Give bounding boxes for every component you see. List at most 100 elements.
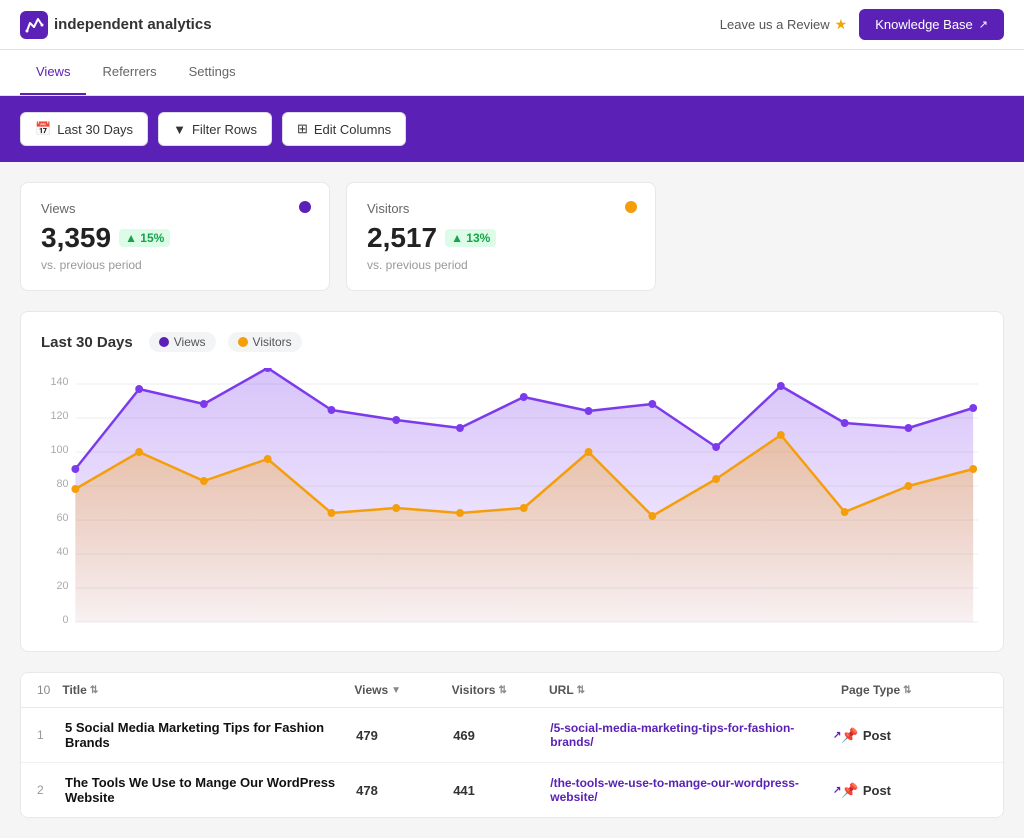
svg-text:60: 60 [56, 512, 68, 524]
visitors-dot-11 [777, 431, 785, 439]
views-dot-4 [328, 406, 336, 414]
views-change: ▲ 15% [119, 229, 170, 247]
views-dot-14 [969, 404, 977, 412]
table-row: 2 The Tools We Use to Mange Our WordPres… [21, 763, 1003, 817]
views-dot-11 [777, 382, 785, 390]
chart-card: Last 30 Days Views Visitors 0 20 40 60 8… [20, 311, 1004, 652]
views-dot-9 [648, 400, 656, 408]
stats-row: Views 3,359 ▲ 15% vs. previous period Vi… [20, 182, 1004, 291]
legend-views-dot [159, 337, 169, 347]
views-value-row: 3,359 ▲ 15% [41, 222, 309, 254]
date-range-button[interactable]: 📅 Last 30 Days [20, 112, 148, 146]
views-dot-8 [585, 407, 593, 415]
knowledge-base-label: Knowledge Base [875, 17, 973, 32]
calendar-icon: 📅 [35, 121, 51, 137]
visitors-dot-7 [520, 504, 528, 512]
leave-review-link[interactable]: Leave us a Review ★ [720, 16, 847, 33]
filter-rows-button[interactable]: ▼ Filter Rows [158, 112, 272, 146]
sort-type-icon: ⇅ [903, 685, 911, 696]
views-sub: vs. previous period [41, 258, 309, 272]
views-stat-card: Views 3,359 ▲ 15% vs. previous period [20, 182, 330, 291]
row-1-title: 5 Social Media Marketing Tips for Fashio… [65, 720, 356, 750]
svg-text:80: 80 [56, 478, 68, 490]
tab-referrers[interactable]: Referrers [86, 50, 172, 95]
col-views[interactable]: Views ▼ [354, 683, 451, 697]
svg-text:100: 100 [50, 444, 68, 456]
visitors-change: ▲ 13% [445, 229, 496, 247]
visitors-dot-5 [392, 504, 400, 512]
legend-visitors-label: Visitors [253, 335, 292, 349]
toolbar: 📅 Last 30 Days ▼ Filter Rows ⊞ Edit Colu… [0, 96, 1024, 162]
tab-settings[interactable]: Settings [173, 50, 252, 95]
visitors-dot-6 [456, 509, 464, 517]
col-title[interactable]: Title ⇅ [62, 683, 354, 697]
row-1-url[interactable]: /5-social-media-marketing-tips-for-fashi… [550, 721, 841, 749]
row-1-views: 479 [356, 728, 453, 743]
views-dot-6 [456, 424, 464, 432]
date-range-label: Last 30 Days [57, 122, 133, 137]
row-1-type: 📌 Post [841, 727, 987, 744]
legend-views: Views [149, 332, 216, 352]
svg-text:40: 40 [56, 546, 68, 558]
visitors-dot-0 [71, 485, 79, 493]
sort-views-icon: ▼ [391, 685, 401, 696]
chart-header: Last 30 Days Views Visitors [41, 332, 983, 352]
legend-visitors-dot [238, 337, 248, 347]
svg-text:140: 140 [50, 376, 68, 388]
columns-icon: ⊞ [297, 121, 308, 137]
visitors-value-row: 2,517 ▲ 13% [367, 222, 635, 254]
row-1-visitors: 469 [453, 728, 550, 743]
views-dot-2 [200, 400, 208, 408]
views-dot-5 [392, 416, 400, 424]
nav-tabs: Views Referrers Settings [0, 50, 1024, 96]
visitors-dot-2 [200, 477, 208, 485]
header: independent analytics Leave us a Review … [0, 0, 1024, 50]
external-link-icon: ↗ [833, 730, 841, 741]
external-link-icon: ↗ [979, 18, 988, 31]
visitors-dot-4 [328, 509, 336, 517]
col-visitors[interactable]: Visitors ⇅ [452, 683, 549, 697]
visitors-dot-9 [648, 512, 656, 520]
visitors-sub: vs. previous period [367, 258, 635, 272]
views-dot [299, 201, 311, 213]
row-1-num: 1 [37, 728, 57, 742]
leave-review-label: Leave us a Review [720, 17, 830, 32]
visitors-dot-13 [905, 482, 913, 490]
visitors-label: Visitors [367, 201, 635, 216]
views-number: 3,359 [41, 222, 111, 254]
svg-text:0: 0 [62, 614, 68, 626]
sort-title-icon: ⇅ [90, 685, 98, 696]
header-actions: Leave us a Review ★ Knowledge Base ↗ [720, 9, 1004, 40]
edit-columns-button[interactable]: ⊞ Edit Columns [282, 112, 406, 146]
row-2-visitors: 441 [453, 783, 550, 798]
visitors-dot-3 [264, 455, 272, 463]
external-link-icon: ↗ [833, 785, 841, 796]
chart-legend: Views Visitors [149, 332, 302, 352]
tab-views[interactable]: Views [20, 50, 86, 95]
col-url[interactable]: URL ⇅ [549, 683, 841, 697]
visitors-number: 2,517 [367, 222, 437, 254]
visitors-dot-8 [585, 448, 593, 456]
pin-icon: 📌 [841, 782, 858, 799]
edit-columns-label: Edit Columns [314, 122, 391, 137]
visitors-dot-14 [969, 465, 977, 473]
svg-text:120: 120 [50, 410, 68, 422]
legend-views-label: Views [174, 335, 206, 349]
sort-visitors-icon: ⇅ [498, 685, 506, 696]
views-dot-7 [520, 393, 528, 401]
views-dot-1 [135, 385, 143, 393]
row-2-url[interactable]: /the-tools-we-use-to-mange-our-wordpress… [550, 776, 841, 804]
visitors-dot [625, 201, 637, 213]
row-2-views: 478 [356, 783, 453, 798]
visitors-dot-12 [841, 508, 849, 516]
sort-url-icon: ⇅ [577, 685, 585, 696]
logo-text: independent analytics [54, 16, 212, 33]
views-dot-13 [905, 424, 913, 432]
visitors-dot-10 [712, 475, 720, 483]
table-card: 10 Title ⇅ Views ▼ Visitors ⇅ URL ⇅ Page… [20, 672, 1004, 818]
filter-rows-label: Filter Rows [192, 122, 257, 137]
col-page-type[interactable]: Page Type ⇅ [841, 683, 987, 697]
views-dot-12 [841, 419, 849, 427]
filter-icon: ▼ [173, 122, 186, 137]
knowledge-base-button[interactable]: Knowledge Base ↗ [859, 9, 1004, 40]
